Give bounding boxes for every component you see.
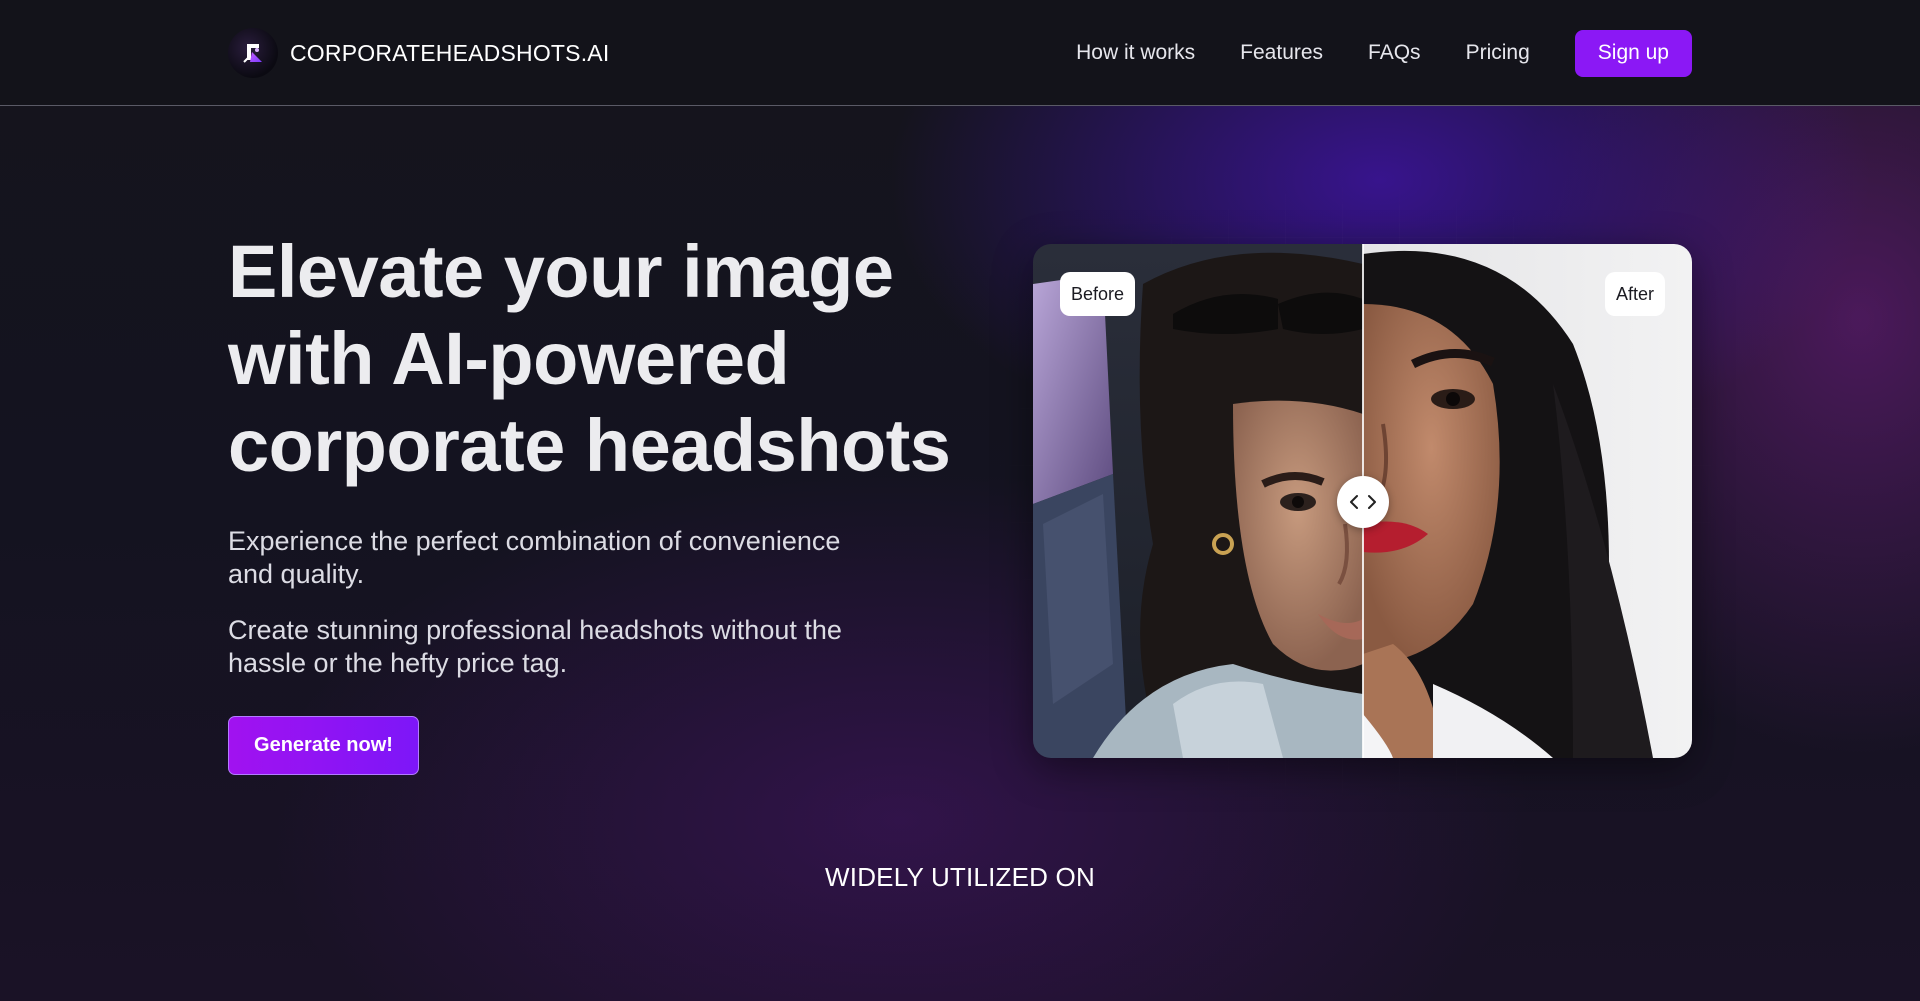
widely-utilized-heading: WIDELY UTILIZED ON bbox=[825, 862, 1095, 892]
hero-title-line-3: corporate headshots bbox=[228, 404, 951, 487]
landing-page: CORPORATEHEADSHOTS.AI How it works Featu… bbox=[0, 0, 1920, 1001]
nav-features[interactable]: Features bbox=[1240, 41, 1323, 65]
nav-faqs[interactable]: FAQs bbox=[1368, 41, 1421, 65]
hero-subtitle-headshots: Create stunning professional headshots w… bbox=[228, 615, 842, 678]
sparkle-frame-logo-icon bbox=[228, 28, 278, 78]
nav-how-it-works[interactable]: How it works bbox=[1076, 41, 1195, 65]
sign-up-button[interactable]: Sign up bbox=[1574, 29, 1692, 77]
hero-title-line-2: with AI-powered bbox=[228, 317, 790, 400]
chevron-left-right-icon bbox=[1350, 495, 1376, 509]
generate-now-button[interactable]: Generate now! bbox=[228, 716, 419, 775]
before-after-comparison[interactable]: Before After bbox=[1033, 244, 1692, 758]
before-label: Before bbox=[1060, 272, 1136, 316]
hero-title-line-1: Elevate your image bbox=[228, 230, 894, 313]
brand-home-link[interactable]: CORPORATEHEADSHOTS.AI bbox=[228, 28, 609, 78]
nav-pricing[interactable]: Pricing bbox=[1466, 41, 1530, 65]
brand-name: CORPORATEHEADSHOTS.AI bbox=[290, 39, 610, 66]
main-nav: How it works Features FAQs Pricing Sign … bbox=[1076, 29, 1692, 77]
after-label: After bbox=[1604, 272, 1665, 316]
hero-title: Elevate your image with AI-powered corpo… bbox=[228, 228, 1008, 489]
hero-subtitle-convenience: Experience the perfect combination of co… bbox=[228, 526, 841, 589]
site-header: CORPORATEHEADSHOTS.AI How it works Featu… bbox=[0, 0, 1920, 106]
comparison-slider-handle[interactable] bbox=[1337, 476, 1389, 528]
